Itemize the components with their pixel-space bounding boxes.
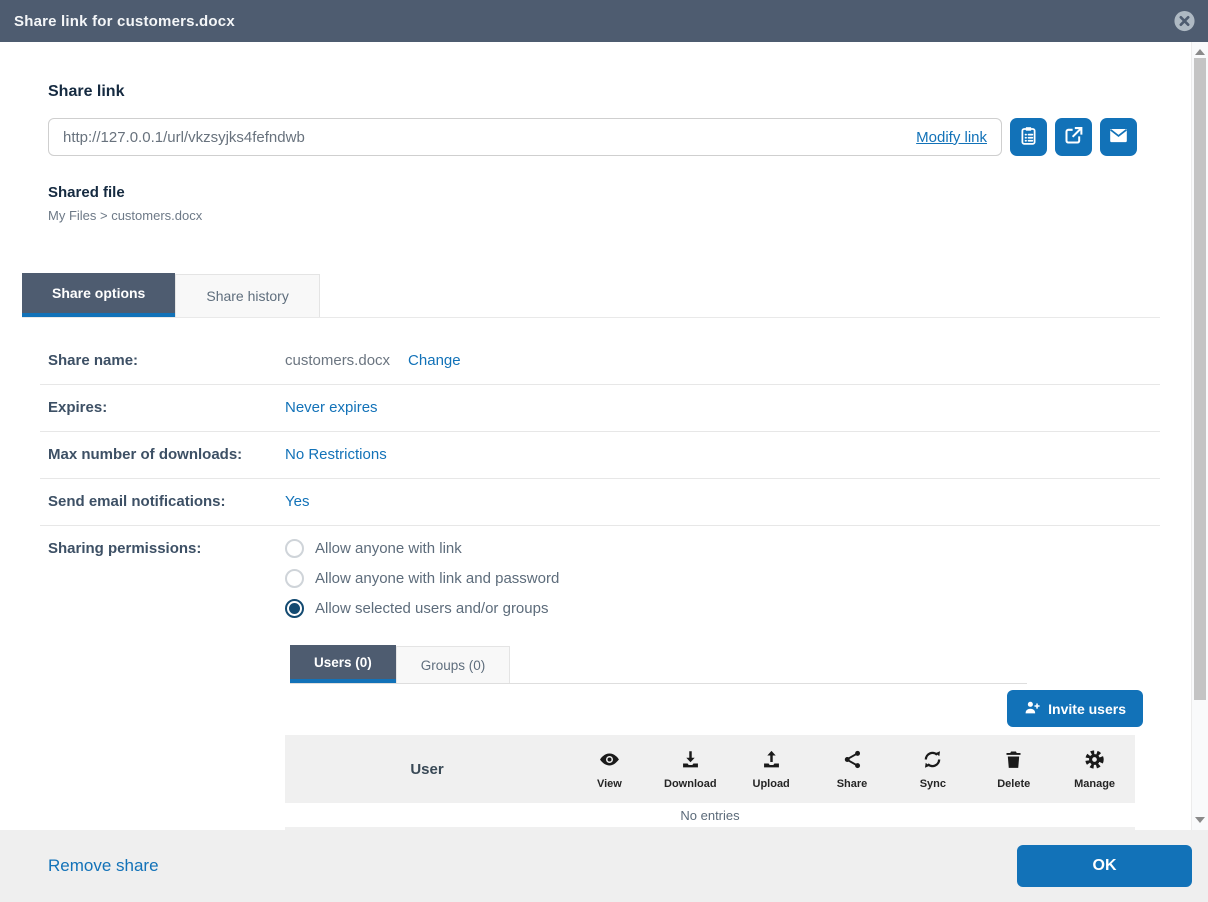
expires-label: Expires: <box>48 398 285 418</box>
tab-groups[interactable]: Groups (0) <box>396 646 511 683</box>
share-link-heading: Share link <box>48 83 124 101</box>
scrollbar-thumb[interactable] <box>1194 58 1206 700</box>
invite-users-button[interactable]: Invite users <box>1007 690 1143 727</box>
row-max-downloads: Max number of downloads: No Restrictions <box>40 432 1160 479</box>
radio-circle-icon[interactable] <box>285 539 304 558</box>
column-header-user: User <box>285 761 569 778</box>
email-link-button[interactable] <box>1100 118 1137 156</box>
ok-button[interactable]: OK <box>1017 845 1192 887</box>
column-header-sync[interactable]: Sync <box>892 749 973 790</box>
sharing-permissions-label: Sharing permissions: <box>48 539 285 559</box>
scroll-up-arrow-icon[interactable] <box>1195 49 1205 55</box>
tab-groups-label: Groups (0) <box>421 658 486 673</box>
row-email-notifications: Send email notifications: Yes <box>40 479 1160 526</box>
column-header-share[interactable]: Share <box>812 749 893 790</box>
dialog-titlebar: Share link for customers.docx <box>0 0 1208 42</box>
row-sharing-permissions: Sharing permissions: Allow anyone with l… <box>40 526 1160 631</box>
invite-users-label: Invite users <box>1048 701 1126 717</box>
row-expires: Expires: Never expires <box>40 385 1160 432</box>
dialog-footer: Remove share OK <box>0 830 1208 902</box>
modify-link-button[interactable]: Modify link <box>916 129 987 146</box>
share-icon <box>842 749 863 775</box>
email-notifications-label: Send email notifications: <box>48 492 285 512</box>
radio-selected-users-groups-label: Allow selected users and/or groups <box>315 600 548 617</box>
open-link-button[interactable] <box>1055 118 1092 156</box>
column-header-upload[interactable]: Upload <box>731 749 812 790</box>
user-group-tabs: Users (0) Groups (0) <box>290 645 1027 684</box>
radio-anyone-with-link-label: Allow anyone with link <box>315 540 462 557</box>
clipboard-icon <box>1018 125 1039 149</box>
share-url-field[interactable]: http://127.0.0.1/url/vkzsyjks4fefndwb Mo… <box>48 118 1002 156</box>
share-link-dialog: Share link for customers.docx Share link… <box>0 0 1208 902</box>
sync-icon <box>922 749 943 775</box>
tab-share-options[interactable]: Share options <box>22 273 175 317</box>
share-url-value[interactable]: http://127.0.0.1/url/vkzsyjks4fefndwb <box>63 129 305 146</box>
trash-icon <box>1003 749 1024 775</box>
table-empty-message: No entries <box>285 803 1135 827</box>
tab-share-history-label: Share history <box>206 288 288 304</box>
radio-anyone-with-link-password-label: Allow anyone with link and password <box>315 570 559 587</box>
upload-icon <box>761 749 782 775</box>
user-permissions-table: User View <box>285 735 1135 834</box>
breadcrumb: My Files > customers.docx <box>48 208 202 223</box>
radio-circle-icon[interactable] <box>285 569 304 588</box>
share-link-row: http://127.0.0.1/url/vkzsyjks4fefndwb Mo… <box>48 118 1137 156</box>
gear-icon <box>1084 749 1105 775</box>
radio-anyone-with-link[interactable]: Allow anyone with link <box>285 539 559 558</box>
sharing-permissions-options: Allow anyone with link Allow anyone with… <box>285 539 559 618</box>
share-options-panel: Share name: customers.docx Change Expire… <box>40 338 1160 631</box>
envelope-icon <box>1108 125 1129 149</box>
main-tabs: Share options Share history <box>22 273 1160 318</box>
eye-icon <box>599 749 620 775</box>
users-groups-section: Users (0) Groups (0) Invite users <box>285 645 1143 834</box>
external-link-icon <box>1063 125 1084 149</box>
person-plus-icon <box>1024 699 1041 719</box>
tab-share-options-label: Share options <box>52 285 145 301</box>
max-downloads-value-link[interactable]: No Restrictions <box>285 445 387 465</box>
column-header-delete[interactable]: Delete <box>973 749 1054 790</box>
column-header-manage[interactable]: Manage <box>1054 749 1135 790</box>
radio-anyone-with-link-password[interactable]: Allow anyone with link and password <box>285 569 559 588</box>
radio-selected-users-groups[interactable]: Allow selected users and/or groups <box>285 599 559 618</box>
max-downloads-label: Max number of downloads: <box>48 445 285 465</box>
change-share-name-link[interactable]: Change <box>408 351 461 371</box>
tab-users-label: Users (0) <box>314 655 372 670</box>
radio-selected-icon[interactable] <box>285 599 304 618</box>
dialog-title: Share link for customers.docx <box>14 13 235 30</box>
close-icon[interactable] <box>1173 10 1196 33</box>
tab-share-history[interactable]: Share history <box>175 274 319 317</box>
download-icon <box>680 749 701 775</box>
copy-to-clipboard-button[interactable] <box>1010 118 1047 156</box>
email-notifications-value-link[interactable]: Yes <box>285 492 309 512</box>
scroll-down-arrow-icon[interactable] <box>1195 817 1205 823</box>
share-name-label: Share name: <box>48 351 285 371</box>
dialog-body: Share link http://127.0.0.1/url/vkzsyjks… <box>0 42 1208 830</box>
expires-value-link[interactable]: Never expires <box>285 398 378 418</box>
column-header-download[interactable]: Download <box>650 749 731 790</box>
remove-share-link[interactable]: Remove share <box>48 856 159 876</box>
column-header-view[interactable]: View <box>569 749 650 790</box>
tab-users[interactable]: Users (0) <box>290 645 396 683</box>
table-header-row: User View <box>285 735 1135 803</box>
row-share-name: Share name: customers.docx Change <box>40 338 1160 385</box>
share-name-value: customers.docx <box>285 351 390 371</box>
vertical-scrollbar[interactable] <box>1191 42 1208 830</box>
shared-file-heading: Shared file <box>48 184 125 201</box>
